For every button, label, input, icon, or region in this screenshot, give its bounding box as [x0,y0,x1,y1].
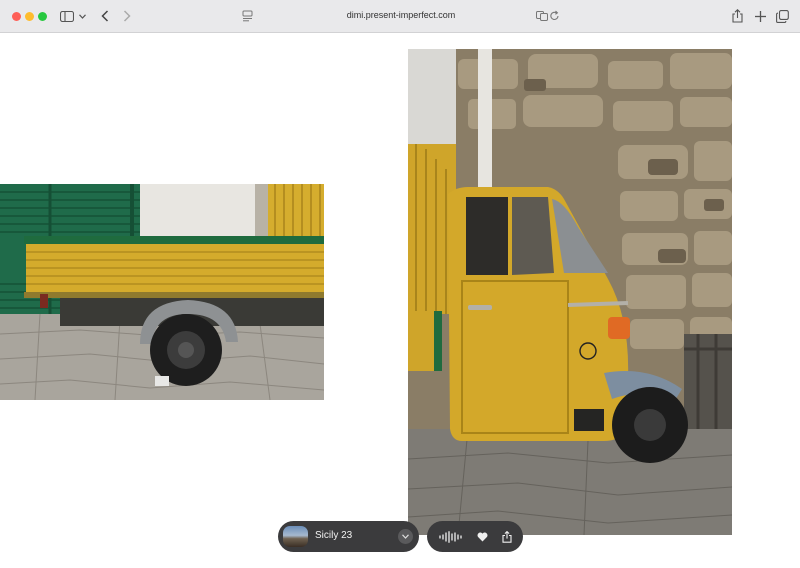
truck-bed-illustration [0,184,324,400]
photo-actions [427,521,523,552]
tab-overview-icon[interactable] [773,8,791,24]
plus-icon[interactable] [751,8,769,24]
sidebar-icon[interactable] [58,8,76,24]
address-bar[interactable]: dimi.present-imperfect.com [238,6,564,26]
minimize-window-button[interactable] [25,12,34,21]
share-icon[interactable] [728,8,746,24]
maximize-window-button[interactable] [38,12,47,21]
url-text: dimi.present-imperfect.com [346,10,456,20]
chevron-left-icon[interactable] [96,8,114,24]
page-content: Sicily 23 [0,34,800,568]
photo-truck-bed[interactable] [0,184,324,400]
album-title: Sicily 23 [315,530,353,541]
share-icon[interactable] [499,529,515,544]
chevron-down-icon[interactable] [398,529,413,544]
translate-icon[interactable] [536,9,548,27]
three-wheeler-illustration [408,49,732,535]
heart-icon[interactable] [474,529,490,544]
reload-icon[interactable] [549,9,560,27]
photo-three-wheeler[interactable] [408,49,732,535]
album-selector[interactable]: Sicily 23 [278,521,419,552]
album-thumbnail [283,526,308,547]
close-window-button[interactable] [12,12,21,21]
chevron-down-icon[interactable] [76,8,88,24]
waveform-icon[interactable] [439,529,463,544]
chevron-right-icon[interactable] [118,8,136,24]
browser-toolbar: dimi.present-imperfect.com [0,0,800,33]
